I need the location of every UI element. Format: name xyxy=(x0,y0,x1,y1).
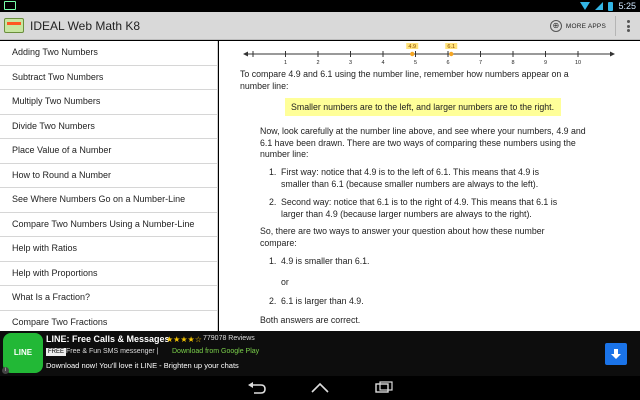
home-icon[interactable] xyxy=(308,380,332,396)
more-apps-label: MORE APPS xyxy=(565,22,606,30)
free-badge: FREE xyxy=(46,348,67,356)
wifi-icon xyxy=(580,2,591,10)
number-line: 1 2 3 4 5 6 7 8 9 10 4.9 6.1 xyxy=(243,43,615,65)
action-bar: IDEAL Web Math K8 ⊕ MORE APPS xyxy=(0,12,640,40)
topic-list: Adding Two Numbers Subtract Two Numbers … xyxy=(0,41,218,331)
number-line-tick-label: 2 xyxy=(316,60,319,65)
ad-review-count: 779078 Reviews xyxy=(203,335,255,342)
look-paragraph: Now, look carefully at the number line a… xyxy=(260,126,586,159)
sidebar-item-proportions[interactable]: Help with Proportions xyxy=(0,262,217,286)
sidebar-item-subtract[interactable]: Subtract Two Numbers xyxy=(0,66,217,90)
more-apps-button[interactable]: ⊕ MORE APPS xyxy=(549,18,606,34)
number-line-tick-label: 6 xyxy=(446,60,449,65)
ad-info-icon[interactable]: i xyxy=(2,367,9,374)
number-line-marker-b-label: 6.1 xyxy=(447,44,455,50)
ad-title: LINE: Free Calls & Messages xyxy=(46,334,170,344)
status-bar: 5:25 xyxy=(0,0,640,12)
rating-stars-icon: ★★★★☆ xyxy=(166,335,202,344)
ad-banner[interactable]: LINE i LINE: Free Calls & Messages ★★★★☆… xyxy=(0,331,640,376)
action-bar-divider xyxy=(615,16,616,36)
signal-icon xyxy=(595,2,604,10)
overflow-menu-icon[interactable] xyxy=(622,18,634,34)
number-line-tick-label: 8 xyxy=(511,60,514,65)
back-icon[interactable] xyxy=(245,380,269,396)
rule-highlight: Smaller numbers are to the left, and lar… xyxy=(285,98,561,116)
number-line-tick-label: 7 xyxy=(479,60,482,65)
more-apps-icon: ⊕ xyxy=(549,20,562,32)
sidebar-item-ratios[interactable]: Help with Ratios xyxy=(0,237,217,262)
notification-icon xyxy=(4,1,16,10)
number-line-marker-a-label: 4.9 xyxy=(408,44,416,50)
conclusion-text: Both answers are correct. xyxy=(260,315,361,325)
or-text: or xyxy=(281,277,289,287)
ad-download-link[interactable]: Download from Google Play xyxy=(172,348,259,355)
navigation-bar xyxy=(0,376,640,400)
app-title: IDEAL Web Math K8 xyxy=(30,19,141,33)
status-icons: 5:25 xyxy=(580,0,636,12)
download-arrow-icon[interactable] xyxy=(605,343,627,365)
recent-apps-icon[interactable] xyxy=(372,380,396,396)
sidebar-item-adding[interactable]: Adding Two Numbers xyxy=(0,41,217,66)
number-line-tick-label: 4 xyxy=(381,60,384,65)
ad-subtitle: Free & Fun SMS messenger | xyxy=(66,348,159,355)
number-line-tick-label: 10 xyxy=(575,60,581,65)
lesson-content: 1 2 3 4 5 6 7 8 9 10 4.9 6.1 To compare 4.9 and 6.… xyxy=(219,41,640,331)
number-line-tick-label: 5 xyxy=(414,60,417,65)
battery-icon xyxy=(608,1,614,11)
number-line-tick-label: 1 xyxy=(284,60,287,65)
sidebar-item-fraction[interactable]: What Is a Fraction? xyxy=(0,286,217,311)
ad-tagline: Download now! You'll love it LINE - Brig… xyxy=(46,361,239,370)
intro-text: To compare 4.9 and 6.1 using the number … xyxy=(240,69,569,91)
sidebar-item-multiply[interactable]: Multiply Two Numbers xyxy=(0,90,217,115)
sidebar-item-divide[interactable]: Divide Two Numbers xyxy=(0,115,217,139)
number-line-tick-label: 3 xyxy=(349,60,352,65)
number-line-marker-b xyxy=(449,51,454,57)
app-icon[interactable] xyxy=(4,18,24,33)
clock: 5:25 xyxy=(618,1,636,11)
number-line-tick-label: 9 xyxy=(544,60,547,65)
answer-intro: So, there are two ways to answer your qu… xyxy=(260,226,545,248)
sidebar-item-place-value[interactable]: Place Value of a Number xyxy=(0,139,217,164)
sidebar-item-compare-fractions[interactable]: Compare Two Fractions xyxy=(0,311,217,332)
sidebar-item-compare-number-line[interactable]: Compare Two Numbers Using a Number-Line xyxy=(0,213,217,237)
line-logo[interactable]: LINE xyxy=(3,333,43,373)
sidebar-item-round[interactable]: How to Round a Number xyxy=(0,164,217,188)
number-line-marker-a xyxy=(410,51,415,57)
sidebar-item-number-line[interactable]: See Where Numbers Go on a Number-Line xyxy=(0,188,217,213)
